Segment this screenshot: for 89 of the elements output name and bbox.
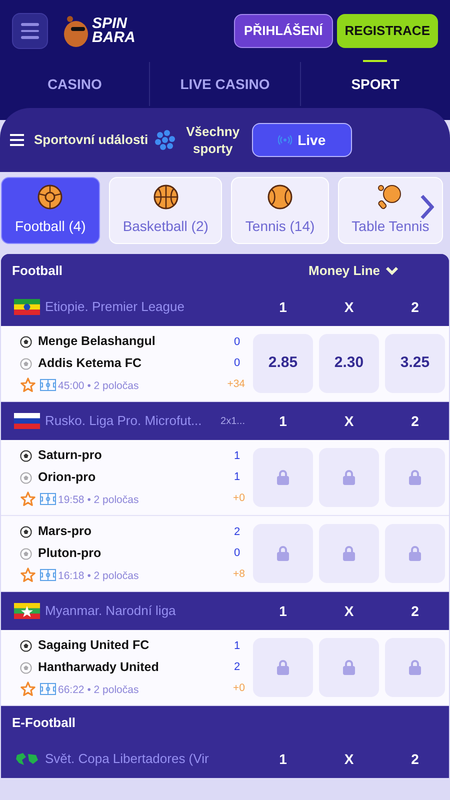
nav-tab[interactable]: CASINO bbox=[47, 74, 102, 94]
flag-icon bbox=[14, 751, 40, 767]
league-name[interactable]: Myanmar. Narodní liga bbox=[45, 601, 253, 621]
logo-text: SPIN bbox=[92, 17, 128, 31]
flag-icon bbox=[14, 603, 40, 619]
logo-text: BARA bbox=[92, 31, 136, 45]
lock-icon bbox=[277, 546, 289, 561]
match-time: 45:00 • 2 poločas bbox=[58, 378, 140, 394]
sport-category-card[interactable]: Tennis (14) bbox=[231, 177, 329, 244]
paddle-icon bbox=[377, 184, 404, 210]
outcome-label: 1 bbox=[278, 412, 288, 430]
all-sports-link[interactable]: Všechny bbox=[186, 123, 240, 140]
tennis-ball-icon bbox=[267, 184, 294, 210]
league-name[interactable]: Svět. Copa Libertadores (Vir bbox=[45, 749, 253, 769]
match-time: 19:58 • 2 poločas bbox=[58, 492, 140, 508]
match-time: 16:18 • 2 poločas bbox=[58, 568, 140, 584]
team-name: Hantharwady United bbox=[38, 659, 160, 676]
league-extra: 2x1... bbox=[220, 414, 245, 428]
lock-icon bbox=[277, 470, 289, 485]
nav-tab[interactable]: SPORT bbox=[351, 74, 400, 94]
sport-category-card[interactable]: Basketball (2) bbox=[108, 177, 222, 244]
flag-icon bbox=[14, 413, 40, 429]
star-icon[interactable] bbox=[20, 377, 36, 394]
odds-button[interactable]: 2.30 bbox=[319, 334, 379, 393]
lock-icon bbox=[409, 546, 421, 561]
team-name: Addis Ketema FC bbox=[38, 355, 142, 372]
outcome-label: 1 bbox=[278, 750, 288, 768]
outcome-label: 2 bbox=[410, 298, 420, 316]
team-name: Sagaing United FC bbox=[38, 637, 150, 654]
team-name: Mars-pro bbox=[38, 523, 92, 540]
menu-button[interactable] bbox=[12, 13, 48, 49]
chevron-down-icon bbox=[385, 266, 399, 276]
nav-tab[interactable]: LIVE CASINO bbox=[180, 74, 270, 94]
sport-events-label: Sportovní události bbox=[34, 131, 148, 150]
field-icon[interactable] bbox=[40, 569, 56, 582]
league-name[interactable]: Rusko. Liga Pro. Microfut... bbox=[45, 411, 221, 431]
team-name: Pluton-pro bbox=[38, 545, 102, 562]
score: 0 bbox=[232, 334, 242, 350]
menu-icon[interactable] bbox=[10, 134, 24, 146]
lock-icon bbox=[277, 660, 289, 675]
score: 1 bbox=[232, 448, 242, 464]
field-icon[interactable] bbox=[40, 683, 56, 696]
logo[interactable]: SPIN BARA bbox=[62, 14, 136, 48]
outcome-label: 2 bbox=[410, 602, 420, 620]
outcome-label: X bbox=[343, 602, 355, 620]
score: 1 bbox=[232, 470, 242, 486]
score: 1 bbox=[232, 638, 242, 654]
register-button[interactable]: REGISTRACE bbox=[336, 14, 438, 48]
team-name: Saturn-pro bbox=[38, 447, 103, 464]
score: 2 bbox=[232, 660, 242, 676]
outcome-label: X bbox=[343, 412, 355, 430]
market-dropdown[interactable]: Money Line bbox=[308, 261, 399, 281]
section-title: Football bbox=[12, 262, 64, 280]
score: 0 bbox=[232, 546, 242, 562]
score: 2 bbox=[232, 524, 242, 540]
team-name: Orion-pro bbox=[38, 469, 97, 486]
outcome-label: X bbox=[343, 750, 355, 768]
score: 0 bbox=[232, 356, 242, 372]
sport-category-card[interactable]: Table Tennis bbox=[338, 177, 444, 244]
chevron-right-icon[interactable] bbox=[420, 194, 434, 220]
team-name: Menge Belashangul bbox=[38, 333, 156, 350]
live-button[interactable]: Live bbox=[252, 123, 352, 157]
field-icon[interactable] bbox=[40, 493, 56, 506]
star-icon[interactable] bbox=[20, 567, 36, 584]
star-icon[interactable] bbox=[20, 681, 36, 698]
field-icon[interactable] bbox=[40, 379, 56, 392]
login-button[interactable]: PŘIHLÁŠENÍ bbox=[234, 14, 333, 48]
league-name[interactable]: Etiopie. Premier League bbox=[45, 297, 253, 317]
odds-button[interactable]: 2.85 bbox=[253, 334, 313, 393]
outcome-label: 2 bbox=[410, 412, 420, 430]
lock-icon bbox=[343, 660, 355, 675]
odds-button[interactable]: 3.25 bbox=[385, 334, 445, 393]
lock-icon bbox=[343, 470, 355, 485]
star-icon[interactable] bbox=[20, 491, 36, 508]
lock-icon bbox=[409, 470, 421, 485]
sport-category-card[interactable]: Football (4) bbox=[1, 177, 100, 244]
outcome-label: 2 bbox=[410, 750, 420, 768]
flag-icon bbox=[14, 299, 40, 315]
lock-icon bbox=[409, 660, 421, 675]
outcome-label: 1 bbox=[278, 602, 288, 620]
outcome-label: X bbox=[343, 298, 355, 316]
capybara-icon bbox=[62, 14, 90, 48]
all-sports-link[interactable]: sporty bbox=[193, 140, 233, 157]
section-title: E-Football bbox=[12, 714, 77, 732]
basketball-icon bbox=[152, 184, 179, 210]
outcome-label: 1 bbox=[278, 298, 288, 316]
broadcast-icon bbox=[278, 135, 292, 145]
match-time: 66:22 • 2 poločas bbox=[58, 682, 140, 698]
lock-icon bbox=[343, 546, 355, 561]
